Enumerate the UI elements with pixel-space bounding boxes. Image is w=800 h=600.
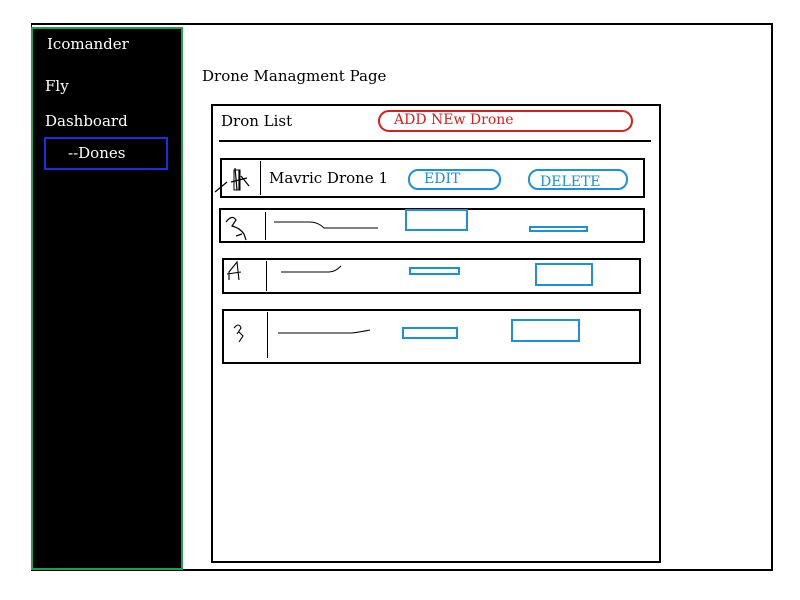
drone-list-title: Dron List xyxy=(221,112,293,130)
sidebar-item-dashboard[interactable]: Dashboard xyxy=(45,112,128,130)
edit-button[interactable] xyxy=(409,267,460,275)
drone-name-placeholder xyxy=(274,221,378,229)
drone-thumbnail-icon xyxy=(233,324,244,343)
drone-name: Mavric Drone 1 xyxy=(269,169,388,187)
app-name: Icomander xyxy=(47,35,129,53)
delete-button[interactable] xyxy=(529,226,588,232)
edit-button[interactable]: EDIT xyxy=(408,169,501,190)
delete-button[interactable]: DELETE xyxy=(528,169,628,190)
add-drone-button[interactable]: ADD NEw Drone xyxy=(378,110,633,132)
sidebar-item-dones[interactable]: --Dones xyxy=(44,137,168,170)
row-separator xyxy=(260,161,261,195)
page-title: Drone Managment Page xyxy=(202,67,387,85)
row-separator xyxy=(265,212,266,240)
sidebar-item-fly[interactable]: Fly xyxy=(45,77,69,95)
delete-button[interactable] xyxy=(535,263,593,286)
drone-thumbnail-icon xyxy=(214,167,250,193)
drone-name-placeholder xyxy=(281,265,342,273)
edit-button[interactable] xyxy=(402,327,458,339)
row-separator xyxy=(266,261,267,291)
row-separator xyxy=(267,312,268,358)
list-divider xyxy=(219,140,651,142)
sidebar xyxy=(31,27,183,570)
drone-thumbnail-icon xyxy=(225,216,247,241)
drone-name-placeholder xyxy=(278,329,371,334)
drone-thumbnail-icon xyxy=(226,260,242,281)
edit-button[interactable] xyxy=(405,209,468,231)
delete-button[interactable] xyxy=(511,319,580,342)
